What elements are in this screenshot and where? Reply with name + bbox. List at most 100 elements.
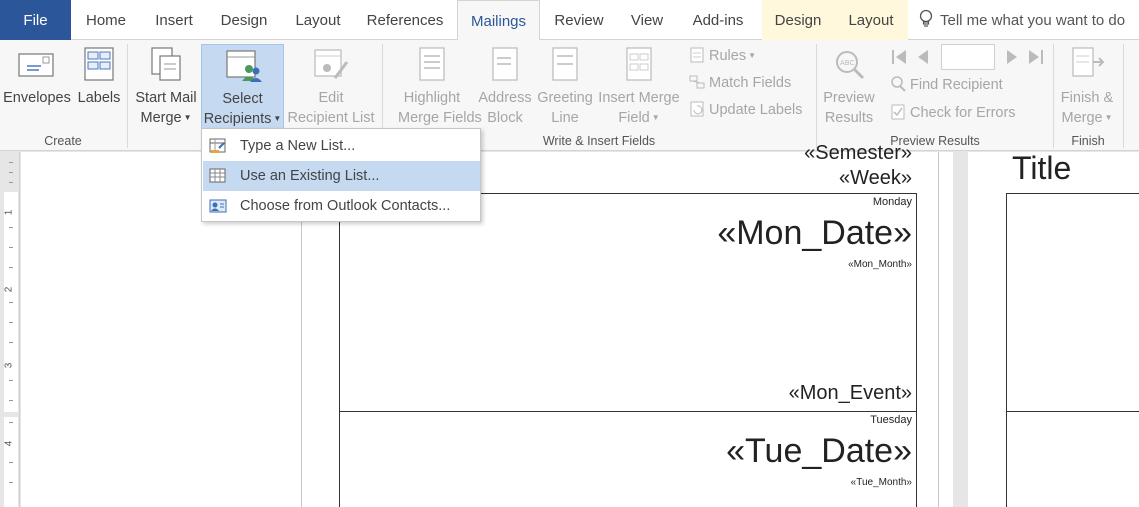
merge-field-week: «Week» (838, 167, 912, 189)
ruler-tick (9, 342, 13, 343)
labels-label: Labels (77, 90, 121, 106)
address-block-label-1: Address (478, 90, 532, 106)
tab-review[interactable]: Review (546, 0, 612, 40)
tab-table-layout[interactable]: Layout (834, 0, 908, 40)
match-fields-icon (689, 75, 705, 89)
ruler-tick (9, 400, 13, 401)
menu-item-label: Type a New List... (240, 138, 356, 154)
check-for-errors-button[interactable]: Check for Errors (889, 101, 1016, 125)
find-recipient-button[interactable]: Find Recipient (889, 73, 1003, 97)
edit-recipient-list-label-1: Edit (318, 90, 344, 106)
next-record-icon[interactable] (1003, 48, 1053, 66)
mail-merge-icon (151, 47, 181, 81)
ruler-mark-2: 2 (3, 286, 15, 293)
finish-merge-button[interactable]: Finish & Merge ▼ (1056, 44, 1118, 130)
merge-field-month: «Mon_Month» (848, 259, 912, 270)
tab-mailings[interactable]: Mailings (457, 0, 540, 41)
match-fields-button[interactable]: Match Fields (688, 71, 791, 95)
highlight-label-2: Merge Fields (398, 110, 482, 126)
first-record-icon[interactable] (890, 48, 940, 66)
menu-item-outlook-contacts[interactable]: Choose from Outlook Contacts... (203, 191, 480, 221)
edit-list-icon (314, 49, 349, 79)
tab-layout[interactable]: Layout (286, 0, 350, 40)
rules-label: Rules (709, 48, 747, 64)
preview-results-button[interactable]: ABC Preview Results (820, 44, 878, 130)
chevron-down-icon: ▼ (273, 114, 282, 123)
tell-me-box[interactable]: Tell me what you want to do (918, 0, 1139, 40)
ruler-tick (9, 227, 13, 228)
merge-field-event: «Mon_Event» (788, 382, 912, 404)
address-block-button[interactable]: Address Block (476, 44, 534, 130)
labels-icon (84, 47, 114, 81)
address-block-label-2: Block (487, 110, 523, 126)
tab-design[interactable]: Design (212, 0, 276, 40)
tab-home[interactable]: Home (76, 0, 136, 40)
insert-field-icon (626, 47, 652, 81)
tab-table-design[interactable]: Design (762, 0, 834, 40)
update-labels-button[interactable]: Update Labels (688, 98, 803, 122)
finish-merge-label-1: Finish & (1060, 90, 1114, 106)
highlight-fields-icon (419, 47, 445, 81)
contacts-icon (209, 199, 227, 213)
greeting-line-button[interactable]: Greeting Line (535, 44, 595, 130)
day-cell-monday: Monday «Mon_Date» «Mon_Month» «Mon_Event… (339, 193, 917, 411)
merge-field-semester: «Semester» (804, 142, 912, 160)
ruler-tick (9, 462, 13, 463)
tab-insert[interactable]: Insert (146, 0, 202, 40)
ruler-mark-3: 3 (3, 362, 15, 369)
select-recipients-label-2: Recipients (203, 111, 272, 127)
ruler-tick (9, 267, 13, 268)
ribbon: Envelopes Labels Create Start Mail Merge… (0, 40, 1139, 151)
check-for-errors-label: Check for Errors (910, 105, 1016, 121)
start-mail-merge-button[interactable]: Start Mail Merge ▼ (131, 44, 201, 130)
match-fields-label: Match Fields (709, 75, 792, 91)
merge-field-month: «Tue_Month» (850, 477, 912, 488)
table-cell (1006, 193, 1139, 411)
tell-me-text: Tell me what you want to do (940, 12, 1126, 29)
labels-button[interactable]: Labels (73, 44, 125, 130)
chevron-down-icon: ▼ (748, 51, 756, 60)
menu-item-type-new-list[interactable]: Type a New List... (203, 131, 480, 161)
envelopes-label: Envelopes (3, 90, 71, 106)
chevron-down-icon: ▼ (1104, 113, 1113, 122)
envelopes-button[interactable]: Envelopes (3, 44, 71, 130)
ruler-tick (9, 172, 13, 173)
recipients-icon (225, 50, 262, 82)
tab-add-ins[interactable]: Add-ins (682, 0, 754, 40)
ribbon-tab-bar: File Home Insert Design Layout Reference… (0, 0, 1139, 41)
edit-recipient-list-button[interactable]: Edit Recipient List (286, 44, 376, 130)
group-separator (127, 44, 128, 148)
group-separator (1053, 44, 1054, 148)
envelope-icon (18, 53, 54, 77)
rules-button[interactable]: Rules ▼ (688, 44, 756, 68)
chevron-down-icon: ▼ (183, 113, 192, 122)
ruler-tick (9, 380, 13, 381)
preview-results-label-2: Results (824, 110, 874, 126)
day-cell-tuesday: Tuesday «Tue_Date» «Tue_Month» (339, 411, 917, 507)
highlight-label-1: Highlight (403, 90, 461, 106)
merge-field-date: «Tue_Date» (726, 432, 912, 470)
select-recipients-menu: Type a New List... Use an Existing List.… (201, 128, 481, 222)
insert-merge-field-button[interactable]: Insert Merge Field ▼ (596, 44, 682, 130)
tab-references[interactable]: References (360, 0, 450, 40)
ruler-tick (9, 247, 13, 248)
highlight-merge-fields-button[interactable]: Highlight Merge Fields (398, 44, 482, 130)
tab-file[interactable]: File (0, 0, 71, 40)
select-recipients-label-1: Select (222, 91, 263, 107)
page-title: Title (1012, 150, 1072, 186)
tab-view[interactable]: View (622, 0, 672, 40)
select-recipients-button[interactable]: Select Recipients ▼ (201, 44, 284, 130)
group-label-finish: Finish (1071, 134, 1105, 148)
rules-icon (690, 47, 704, 63)
ruler-tick (9, 162, 13, 163)
preview-icon: ABC (836, 51, 865, 80)
existing-list-icon (209, 168, 226, 183)
update-labels-label: Update Labels (709, 102, 803, 118)
start-mail-merge-label-2: Merge (140, 110, 182, 126)
menu-item-use-existing-list[interactable]: Use an Existing List... (203, 161, 480, 191)
record-number-input[interactable] (941, 44, 995, 70)
address-block-icon (492, 47, 518, 81)
day-name: Monday (872, 196, 912, 208)
lightbulb-icon (919, 9, 933, 27)
day-name: Tuesday (870, 414, 912, 426)
